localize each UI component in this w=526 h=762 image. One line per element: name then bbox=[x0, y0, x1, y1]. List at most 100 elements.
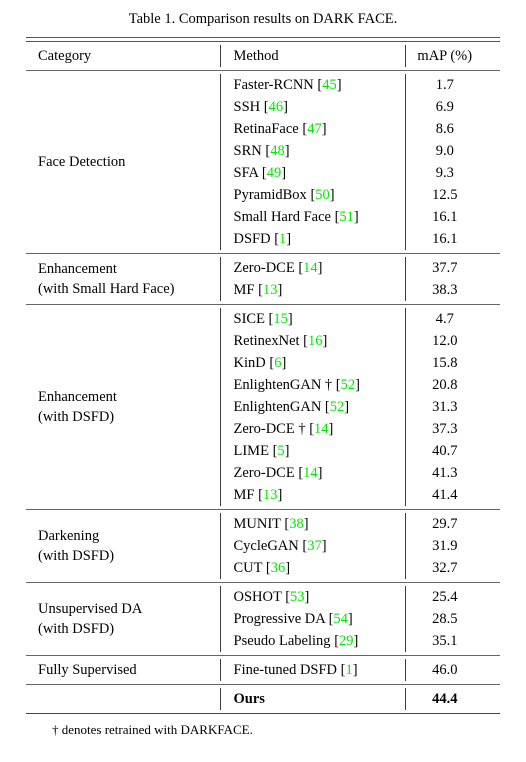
map-value-cell: 25.4 bbox=[404, 585, 500, 608]
citation-link[interactable]: [13] bbox=[258, 282, 282, 298]
citation-link[interactable]: [53] bbox=[285, 589, 309, 605]
bracket-open: [ bbox=[302, 120, 308, 137]
bracket-close: ] bbox=[317, 259, 323, 276]
table-figure: Table 1. Comparison results on DARK FACE… bbox=[0, 0, 526, 762]
method-cell: Zero-DCE † [14] bbox=[219, 417, 405, 440]
table-row: Enhancement (with Small Hard Face) Zero-DC… bbox=[26, 256, 500, 297]
method-cell: EnlightenGAN † [52] bbox=[219, 373, 405, 396]
citation-link[interactable]: [45] bbox=[317, 77, 341, 93]
citation-link[interactable]: [1] bbox=[341, 662, 358, 678]
bracket-open: [ bbox=[335, 376, 341, 393]
citation-link[interactable]: [14] bbox=[298, 260, 322, 276]
category-cell: Enhancement (with Small Hard Face) bbox=[26, 257, 220, 301]
bracket-open: [ bbox=[317, 76, 323, 93]
citation-link[interactable]: [52] bbox=[325, 399, 349, 415]
citation-link[interactable]: [52] bbox=[336, 377, 360, 393]
map-value-cell: 4.7 bbox=[404, 307, 500, 330]
citation-link[interactable]: [13] bbox=[258, 487, 282, 503]
citation-link[interactable]: [14] bbox=[298, 465, 322, 481]
header-map: mAP (%) bbox=[404, 44, 500, 67]
bracket-open: [ bbox=[284, 515, 290, 532]
method-label: Zero-DCE bbox=[233, 464, 295, 481]
map-value-cell: 38.3 bbox=[404, 278, 500, 301]
method-label: LIME bbox=[233, 442, 269, 459]
map-value-cell: 37.3 bbox=[404, 417, 500, 440]
bracket-open: [ bbox=[272, 442, 278, 459]
table-row: Enhancement (with DSFD) SICE [15] 4.7 bbox=[26, 307, 500, 425]
bracket-open: [ bbox=[302, 537, 308, 554]
map-value-cell: 29.7 bbox=[404, 512, 500, 535]
map-value-cell: 6.9 bbox=[404, 95, 500, 118]
bracket-close: ] bbox=[352, 661, 358, 678]
citation-link[interactable]: [36] bbox=[266, 560, 290, 576]
map-value-cell: 28.5 bbox=[404, 607, 500, 630]
dagger-marker: † bbox=[324, 376, 333, 393]
bracket-close: ] bbox=[336, 76, 342, 93]
bracket-open: [ bbox=[269, 354, 275, 371]
category-cell: Unsupervised DA (with DSFD) bbox=[26, 586, 220, 652]
method-cell: LIME [5] bbox=[219, 439, 405, 462]
table-container: Category Method mAP (%) Face Detection Faste… bbox=[26, 37, 500, 714]
bracket-close: ] bbox=[344, 398, 350, 415]
method-cell: MF [13] bbox=[219, 278, 405, 301]
category-cell: Face Detection bbox=[26, 74, 220, 250]
bracket-close: ] bbox=[286, 230, 292, 247]
citation-link[interactable]: [6] bbox=[269, 355, 286, 371]
method-label: RetinexNet bbox=[233, 332, 300, 349]
table-row: Darkening (with DSFD) MUNIT [38] 29.7 bbox=[26, 512, 500, 564]
citation-link[interactable]: [49] bbox=[262, 165, 286, 181]
citation-link[interactable]: [48] bbox=[265, 143, 289, 159]
method-cell: RetinaFace [47] bbox=[219, 117, 405, 140]
method-cell: SFA [49] bbox=[219, 161, 405, 184]
method-label: OSHOT bbox=[233, 588, 282, 605]
method-cell: SICE [15] bbox=[219, 307, 405, 330]
bracket-close: ] bbox=[321, 120, 327, 137]
table-row: Ours 44.4 bbox=[26, 687, 500, 710]
bracket-close: ] bbox=[287, 310, 293, 327]
citation-link[interactable]: [29] bbox=[334, 633, 358, 649]
method-cell: SRN [48] bbox=[219, 139, 405, 162]
map-value-cell: 16.1 bbox=[404, 227, 500, 250]
category-label: Darkening bbox=[38, 527, 100, 544]
map-value-cell: 15.8 bbox=[404, 351, 500, 374]
citation-link[interactable]: [16] bbox=[303, 333, 327, 349]
header-method: Method bbox=[219, 44, 405, 67]
method-label: EnlightenGAN bbox=[233, 398, 322, 415]
bracket-open: [ bbox=[309, 420, 315, 437]
citation-link[interactable]: [51] bbox=[335, 209, 359, 225]
method-cell: Ours bbox=[219, 687, 405, 710]
citation-link[interactable]: [37] bbox=[302, 538, 326, 554]
bracket-close: ] bbox=[317, 464, 323, 481]
method-cell: MUNIT [38] bbox=[219, 512, 405, 535]
map-value-cell: 12.0 bbox=[404, 329, 500, 352]
map-value-cell: 31.9 bbox=[404, 534, 500, 557]
category-cell: Darkening (with DSFD) bbox=[26, 513, 220, 579]
category-label: (with Small Hard Face) bbox=[38, 280, 175, 297]
citation-link[interactable]: [50] bbox=[310, 187, 334, 203]
method-label: MF bbox=[233, 486, 255, 503]
map-value-cell: 37.7 bbox=[404, 256, 500, 279]
citation-link[interactable]: [5] bbox=[273, 443, 290, 459]
map-value-cell: 41.3 bbox=[404, 461, 500, 484]
citation-link[interactable]: [14] bbox=[309, 421, 333, 437]
method-label: Small Hard Face bbox=[233, 208, 331, 225]
bracket-open: [ bbox=[263, 98, 269, 115]
citation-link[interactable]: [15] bbox=[269, 311, 293, 327]
citation-link[interactable]: [47] bbox=[302, 121, 326, 137]
category-cell: Enhancement (with DSFD) bbox=[26, 308, 220, 506]
citation-link[interactable]: [38] bbox=[284, 516, 308, 532]
bracket-close: ] bbox=[277, 281, 283, 298]
map-value-cell: 16.1 bbox=[404, 205, 500, 228]
method-cell: Pseudo Labeling [29] bbox=[219, 629, 405, 652]
bracket-open: [ bbox=[303, 332, 309, 349]
citation-link[interactable]: [54] bbox=[329, 611, 353, 627]
citation-link[interactable]: [46] bbox=[264, 99, 288, 115]
bracket-close: ] bbox=[347, 610, 353, 627]
method-cell: EnlightenGAN [52] bbox=[219, 395, 405, 418]
bracket-open: [ bbox=[261, 164, 267, 181]
bracket-open: [ bbox=[258, 281, 263, 298]
citation-link[interactable]: [1] bbox=[274, 231, 291, 247]
method-cell: MF [13] bbox=[219, 483, 405, 506]
map-value-cell: 35.1 bbox=[404, 629, 500, 652]
table-caption: Table 1. Comparison results on DARK FACE… bbox=[128, 11, 398, 27]
